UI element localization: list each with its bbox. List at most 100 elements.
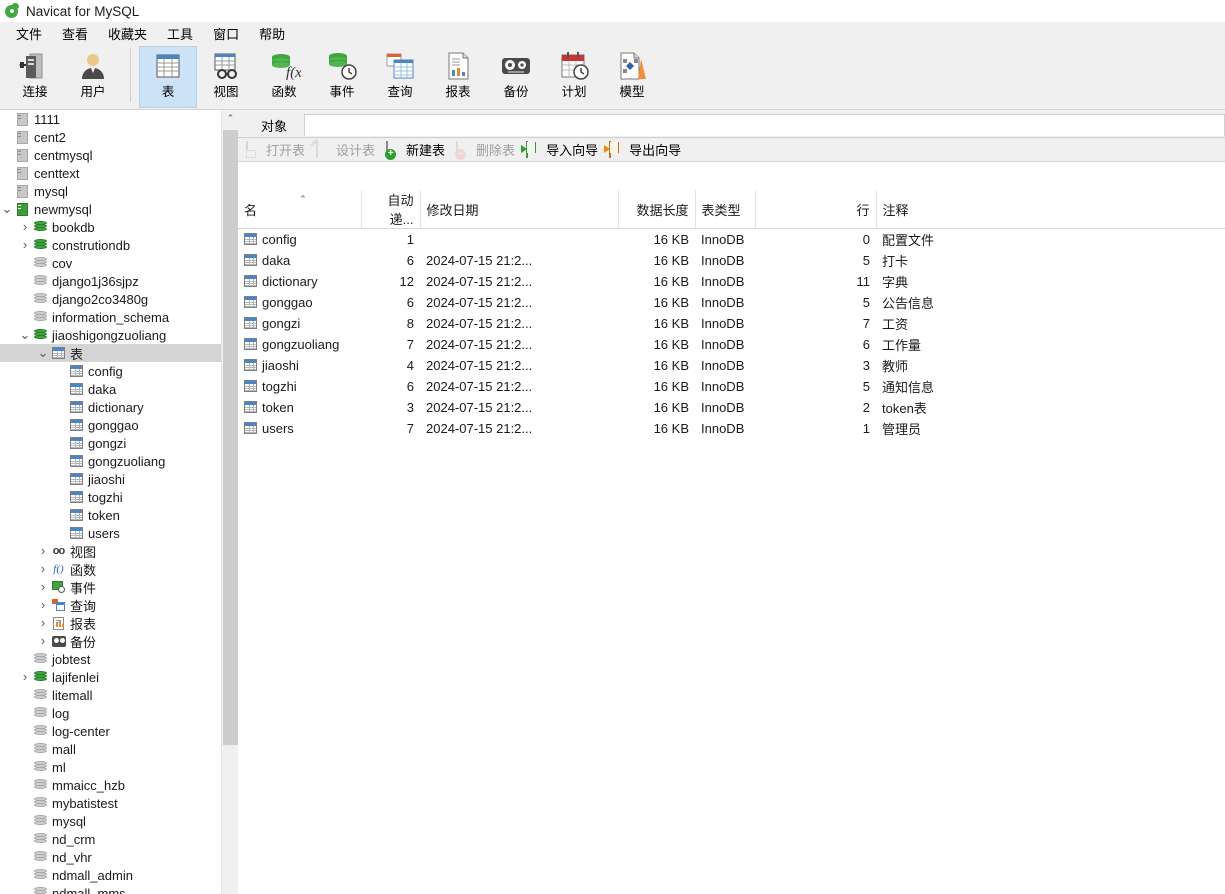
new-table-button[interactable]: + 新建表 xyxy=(382,138,452,161)
column-header-datalen[interactable]: 数据长度 xyxy=(618,190,696,229)
scroll-up-arrow[interactable]: ⌃ xyxy=(222,110,238,127)
import-wizard-button[interactable]: 导入向导 xyxy=(521,138,605,161)
tree-scrollbar[interactable]: ⌃ xyxy=(221,110,238,894)
table-row[interactable]: togzhi 6 2024-07-15 21:2... 16 KB InnoDB 5 通知信… xyxy=(238,376,1225,397)
chevron-down-icon[interactable]: ⌄ xyxy=(0,202,14,215)
tree-item-lajifenlei[interactable]: › lajifenlei xyxy=(0,668,238,686)
table-row[interactable]: token 3 2024-07-15 21:2... 16 KB InnoDB 2 toke… xyxy=(238,397,1225,418)
tree-item-gongzi[interactable]: gongzi xyxy=(0,434,238,452)
toolbar-button-backup[interactable]: 备份 xyxy=(487,46,545,108)
toolbar-button-query[interactable]: 查询 xyxy=(371,46,429,108)
tree-item-cent2[interactable]: cent2 xyxy=(0,128,238,146)
tree-item-[interactable]: › 事件 xyxy=(0,578,238,596)
tree-item-[interactable]: › 查询 xyxy=(0,596,238,614)
export-wizard-button[interactable]: 导出向导 xyxy=(604,138,688,161)
chevron-right-icon[interactable]: › xyxy=(18,236,32,254)
chevron-right-icon[interactable]: › xyxy=(18,218,32,236)
tree-item-cov[interactable]: cov xyxy=(0,254,238,272)
chevron-right-icon[interactable]: › xyxy=(18,668,32,686)
tree-item-litemall[interactable]: litemall xyxy=(0,686,238,704)
chevron-right-icon[interactable]: › xyxy=(36,632,50,650)
tree-item-[interactable]: › 备份 xyxy=(0,632,238,650)
chevron-right-icon[interactable]: › xyxy=(36,614,50,632)
tab-objects[interactable]: 对象 xyxy=(246,113,302,137)
tree-item-mysql[interactable]: mysql xyxy=(0,812,238,830)
tree-item-jobtest[interactable]: jobtest xyxy=(0,650,238,668)
tree-item-mysql[interactable]: mysql xyxy=(0,182,238,200)
table-row[interactable]: gonggao 6 2024-07-15 21:2... 16 KB InnoDB 5 公告… xyxy=(238,292,1225,313)
chevron-right-icon[interactable]: › xyxy=(36,542,50,560)
column-header-comment[interactable]: 注释 xyxy=(876,190,1225,229)
table-row[interactable]: jiaoshi 4 2024-07-15 21:2... 16 KB InnoDB 3 教师 xyxy=(238,355,1225,376)
table-row[interactable]: users 7 2024-07-15 21:2... 16 KB InnoDB 1 管理员 xyxy=(238,418,1225,439)
tree-item-ml[interactable]: ml xyxy=(0,758,238,776)
tree-item-gongzuoliang[interactable]: gongzuoliang xyxy=(0,452,238,470)
chevron-right-icon[interactable]: › xyxy=(36,596,50,614)
column-header-rows[interactable]: 行 xyxy=(755,190,877,229)
tree-item-[interactable]: › 报表 xyxy=(0,614,238,632)
table-row[interactable]: gongzuoliang 7 2024-07-15 21:2... 16 KB Inno… xyxy=(238,334,1225,355)
tree-item-jiaoshigongzuoliang[interactable]: ⌄ jiaoshigongzuoliang xyxy=(0,326,238,344)
toolbar-button-table[interactable]: 表 xyxy=(139,46,197,108)
tree-item-information_schema[interactable]: information_schema xyxy=(0,308,238,326)
toolbar-button-user[interactable]: 用户 xyxy=(64,46,122,108)
tree-item-ndmall_admin[interactable]: ndmall_admin xyxy=(0,866,238,884)
table-row[interactable]: daka 6 2024-07-15 21:2... 16 KB InnoDB 5 打卡 xyxy=(238,250,1225,271)
tree-item-mmaicc_hzb[interactable]: mmaicc_hzb xyxy=(0,776,238,794)
tree-item-ndmall_mms[interactable]: ndmall_mms xyxy=(0,884,238,894)
menu-file[interactable]: 文件 xyxy=(6,22,52,45)
tree-item-daka[interactable]: daka xyxy=(0,380,238,398)
tree-item-bookdb[interactable]: › bookdb xyxy=(0,218,238,236)
menu-view[interactable]: 查看 xyxy=(52,22,98,45)
tree-item-users[interactable]: users xyxy=(0,524,238,542)
table-row[interactable]: dictionary 12 2024-07-15 21:2... 16 KB InnoD… xyxy=(238,271,1225,292)
menu-tools[interactable]: 工具 xyxy=(157,22,203,45)
object-grid: 名 ⌃ 自动递... 修改日期 数据长度 表类型行注释 config 1 16 KB InnoD… xyxy=(238,190,1225,894)
tree-item-log-center[interactable]: log-center xyxy=(0,722,238,740)
tree-item-togzhi[interactable]: togzhi xyxy=(0,488,238,506)
tree-item-dictionary[interactable]: dictionary xyxy=(0,398,238,416)
toolbar-button-report[interactable]: 报表 xyxy=(429,46,487,108)
toolbar-button-connection[interactable]: 连接 xyxy=(6,46,64,108)
tree-item-nd_crm[interactable]: nd_crm xyxy=(0,830,238,848)
tree-item-jiaoshi[interactable]: jiaoshi xyxy=(0,470,238,488)
tree-item-[interactable]: › f() 函数 xyxy=(0,560,238,578)
column-header-name[interactable]: 名 ⌃ xyxy=(238,190,362,229)
tree-item-django2co3480g[interactable]: django2co3480g xyxy=(0,290,238,308)
tree-item-centtext[interactable]: centtext xyxy=(0,164,238,182)
table-row[interactable]: config 1 16 KB InnoDB 0 配置文件 xyxy=(238,229,1225,250)
chevron-down-icon[interactable]: ⌄ xyxy=(36,346,50,359)
toolbar-button-function[interactable]: f(x) 函数 xyxy=(255,46,313,108)
tree-item-construtiondb[interactable]: › construtiondb xyxy=(0,236,238,254)
tree-item-nd_vhr[interactable]: nd_vhr xyxy=(0,848,238,866)
open-table-button: 打开表 xyxy=(242,138,312,161)
chevron-right-icon[interactable]: › xyxy=(36,560,50,578)
design-table-button: 设计表 xyxy=(310,138,382,161)
column-header-modified[interactable]: 修改日期 xyxy=(420,190,619,229)
table-row[interactable]: gongzi 8 2024-07-15 21:2... 16 KB InnoDB 7 工资 xyxy=(238,313,1225,334)
column-header-autoinc[interactable]: 自动递... xyxy=(361,190,421,229)
tree-item-centmysql[interactable]: centmysql xyxy=(0,146,238,164)
tree-item-mall[interactable]: mall xyxy=(0,740,238,758)
toolbar-button-event[interactable]: 事件 xyxy=(313,46,371,108)
tree-item-token[interactable]: token xyxy=(0,506,238,524)
tree-item-[interactable]: ⌄ 表 xyxy=(0,344,238,362)
menu-favorites[interactable]: 收藏夹 xyxy=(98,22,157,45)
chevron-right-icon[interactable]: › xyxy=(36,578,50,596)
toolbar-button-view[interactable]: 视图 xyxy=(197,46,255,108)
tree-item-config[interactable]: config xyxy=(0,362,238,380)
chevron-down-icon[interactable]: ⌄ xyxy=(18,328,32,341)
tree-item-mybatistest[interactable]: mybatistest xyxy=(0,794,238,812)
toolbar-button-schedule[interactable]: 计划 xyxy=(545,46,603,108)
tree-item-1111[interactable]: 1111 xyxy=(0,110,238,128)
toolbar-button-model[interactable]: 模型 xyxy=(603,46,661,108)
tree-item-log[interactable]: log xyxy=(0,704,238,722)
tree-item-newmysql[interactable]: ⌄ newmysql xyxy=(0,200,238,218)
scrollbar-thumb[interactable] xyxy=(223,130,238,745)
tree-item-[interactable]: › oo 视图 xyxy=(0,542,238,560)
menu-help[interactable]: 帮助 xyxy=(249,22,295,45)
tree-item-django1j36sjpz[interactable]: django1j36sjpz xyxy=(0,272,238,290)
column-header-engine[interactable]: 表类型 xyxy=(695,190,756,229)
menu-window[interactable]: 窗口 xyxy=(203,22,249,45)
tree-item-gonggao[interactable]: gonggao xyxy=(0,416,238,434)
